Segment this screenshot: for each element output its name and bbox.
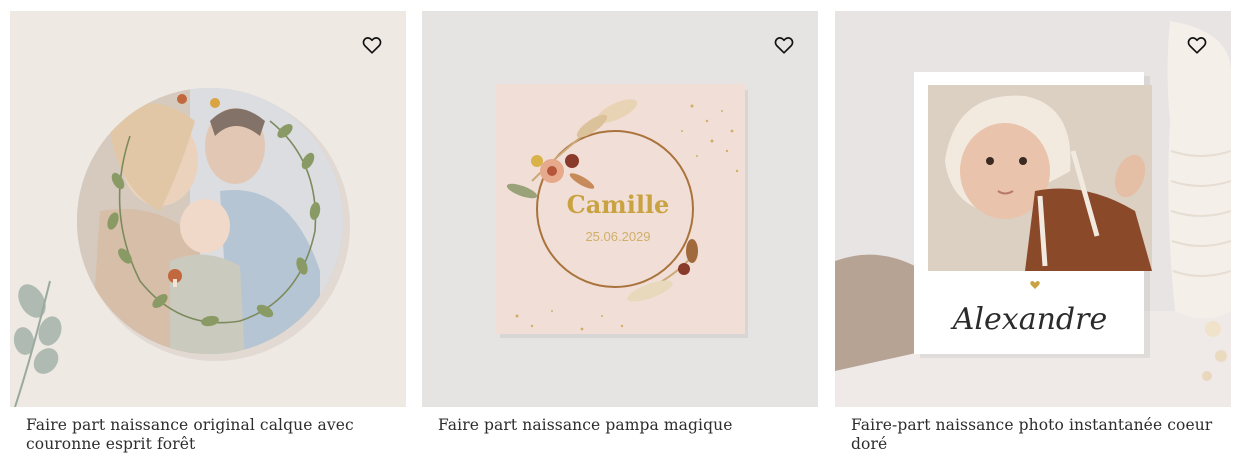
product-title[interactable]: Faire-part naissance photo instantanée c…	[851, 416, 1221, 453]
card-name-text: Alexandre	[950, 302, 1107, 337]
heart-outline-icon	[774, 37, 794, 54]
product-card[interactable]: Faire part naissance original calque ave…	[10, 11, 406, 453]
product-title[interactable]: Faire part naissance pampa magique	[438, 416, 808, 435]
product-image[interactable]: Camille 25.06.2029	[422, 11, 818, 407]
heart-outline-icon	[1187, 37, 1207, 54]
product-grid: Faire part naissance original calque ave…	[0, 0, 1242, 463]
product-image[interactable]	[10, 11, 406, 407]
product-title-link[interactable]: Faire part naissance pampa magique	[438, 416, 732, 434]
favorite-button[interactable]	[360, 33, 384, 57]
product-card[interactable]: Alexandre Faire-part naissance photo ins…	[835, 11, 1231, 453]
product-image[interactable]: Alexandre	[835, 11, 1231, 407]
favorite-button[interactable]	[1185, 33, 1209, 57]
card-date-text: 25.06.2029	[585, 229, 650, 244]
product-title-link[interactable]: Faire part naissance original calque ave…	[26, 416, 354, 453]
product-photo-forest-wreath	[10, 11, 406, 407]
product-title[interactable]: Faire part naissance original calque ave…	[26, 416, 396, 453]
heart-outline-icon	[362, 37, 382, 54]
product-photo-polaroid-card: Alexandre	[835, 11, 1231, 407]
favorite-button[interactable]	[772, 33, 796, 57]
product-title-link[interactable]: Faire-part naissance photo instantanée c…	[851, 416, 1212, 453]
product-card[interactable]: Camille 25.06.2029 Faire part naissance …	[422, 11, 818, 435]
card-name-text: Camille	[567, 190, 670, 219]
product-photo-pampa-card: Camille 25.06.2029	[422, 11, 818, 407]
